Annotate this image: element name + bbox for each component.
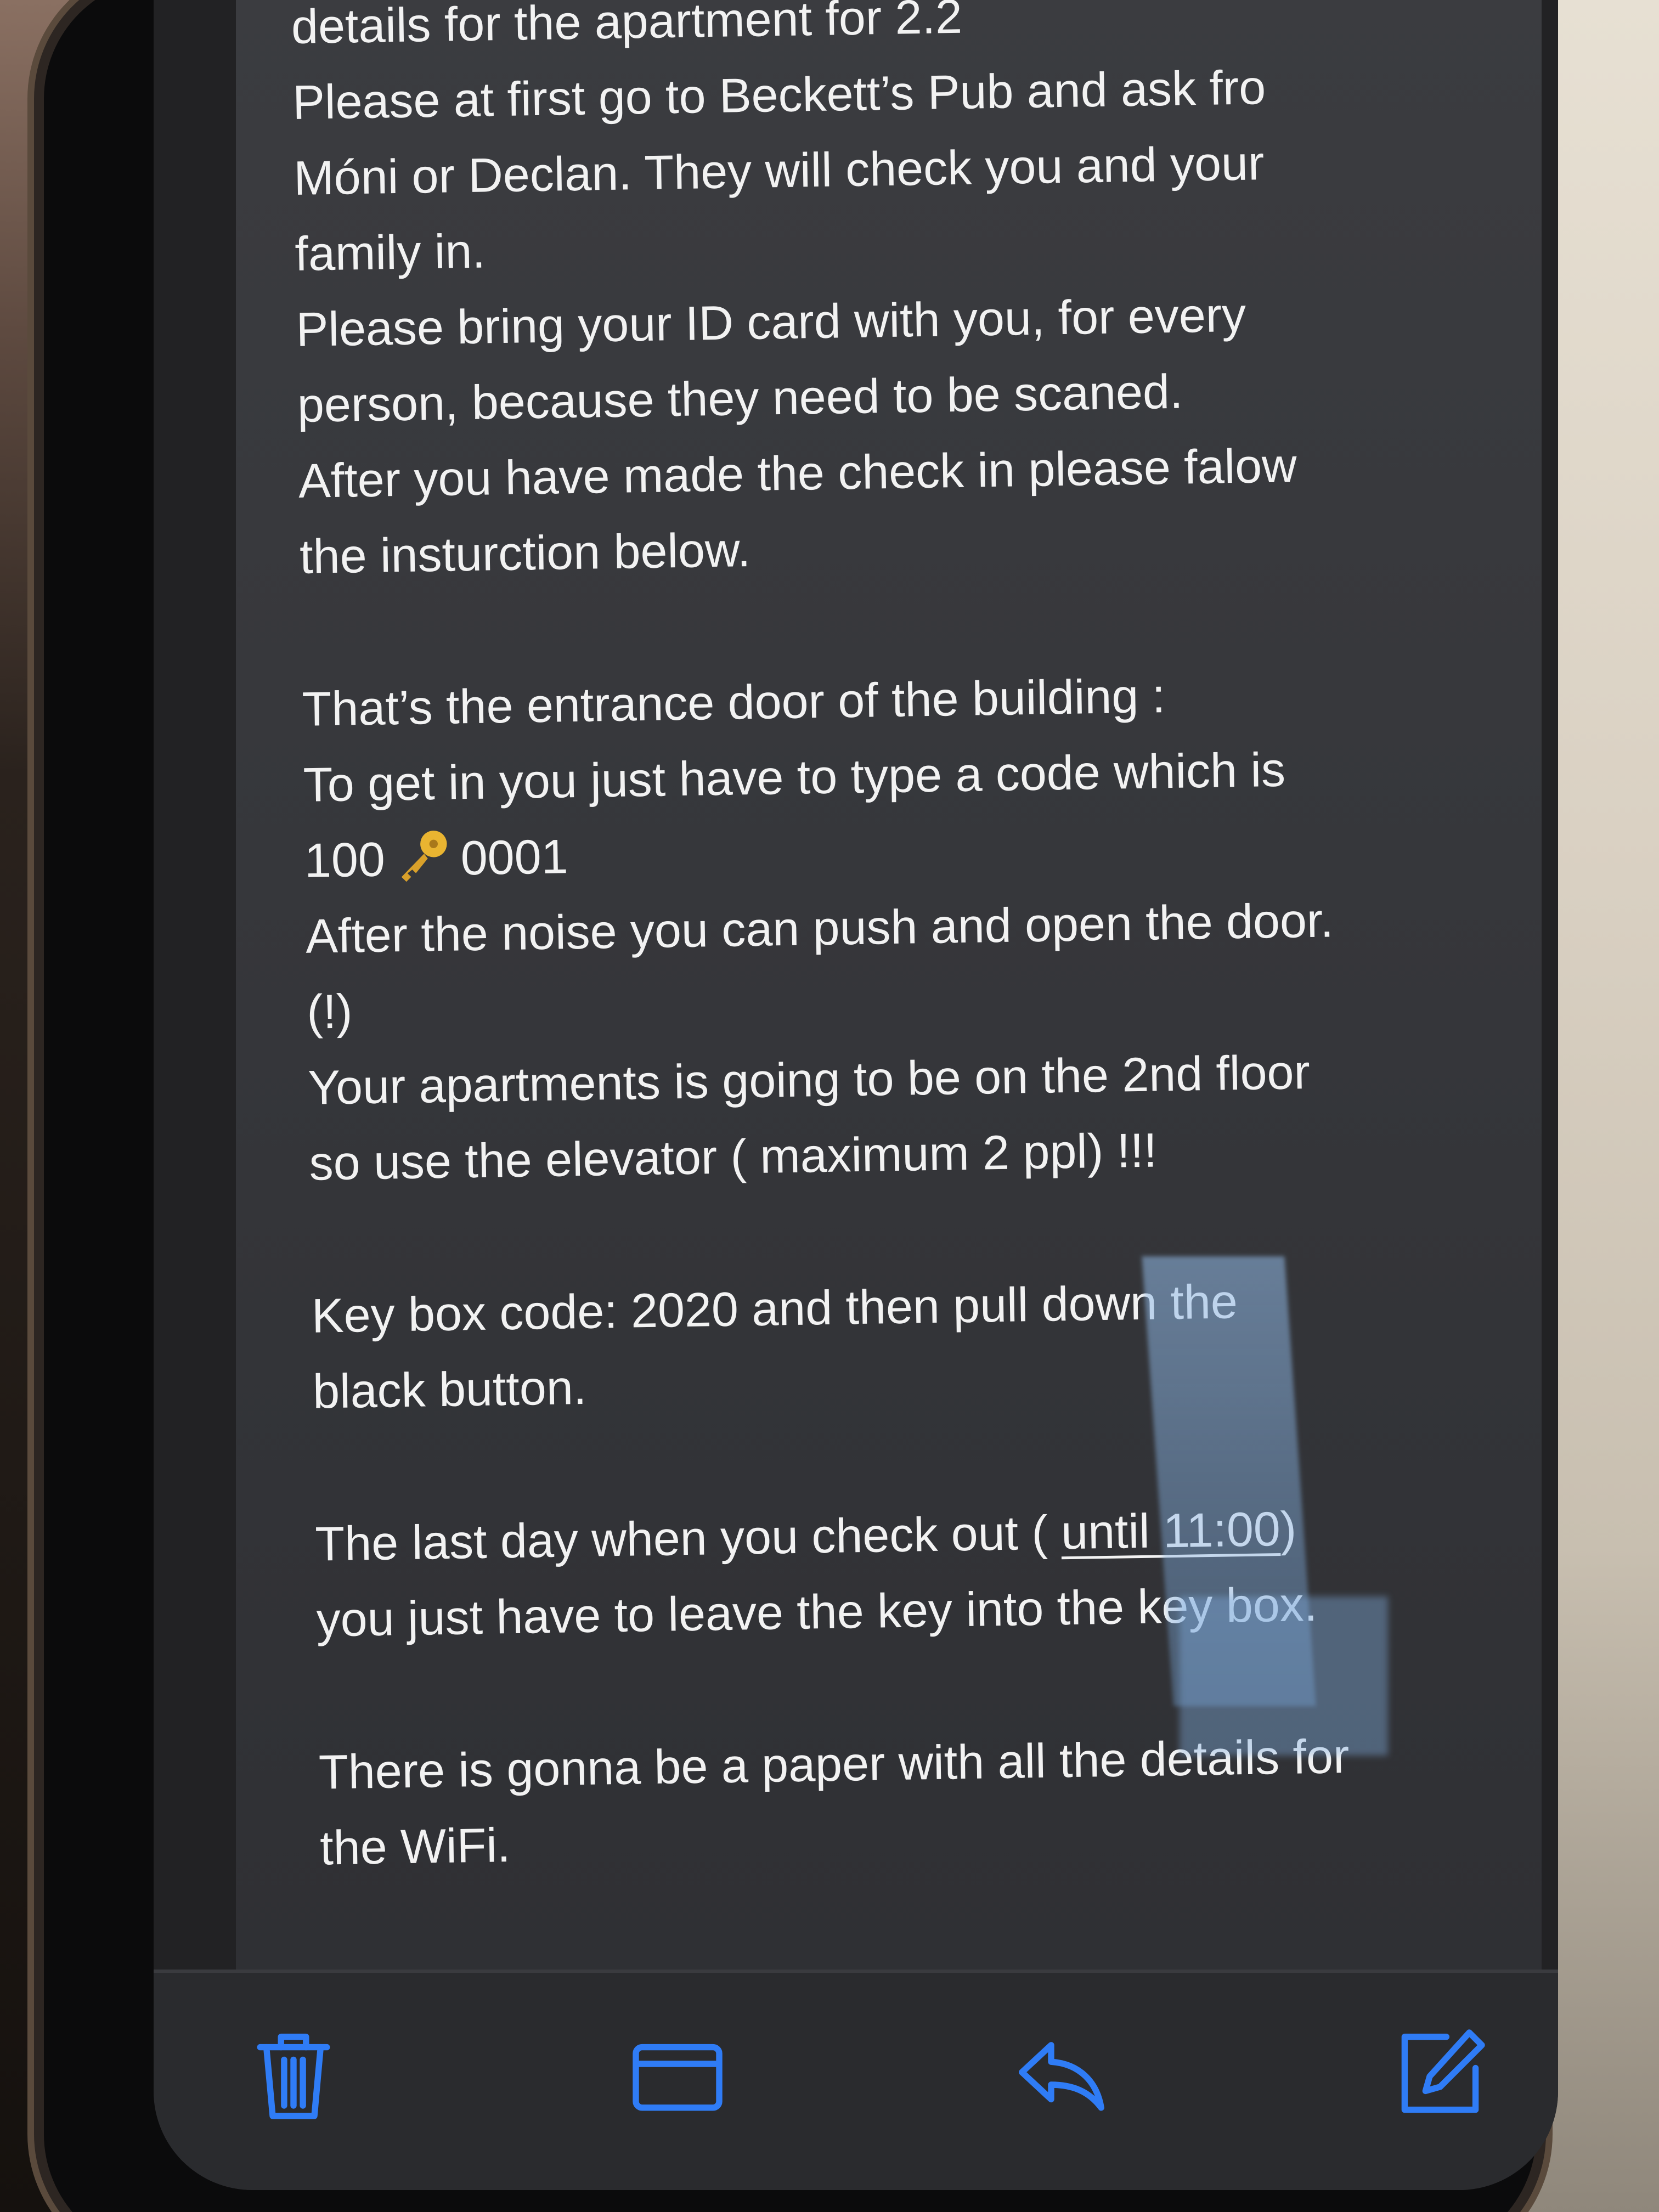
door-code-suffix: 0001 (460, 829, 569, 885)
compose-button[interactable] (1388, 2022, 1492, 2126)
move-to-folder-button[interactable] (625, 2022, 730, 2126)
trash-icon (241, 2022, 346, 2126)
message-text: The last day when you check out ( (314, 1505, 1062, 1571)
photo-frame: details for the apartment for 2.2 Please… (0, 0, 1659, 2212)
phone-screen: details for the apartment for 2.2 Please… (154, 0, 1558, 2190)
mail-toolbar (154, 1970, 1558, 2190)
delete-button[interactable] (241, 2022, 346, 2126)
door-code-prefix: 100 (304, 832, 386, 888)
phone-frame: details for the apartment for 2.2 Please… (44, 0, 1558, 2212)
folder-icon (625, 2022, 730, 2126)
compose-icon (1388, 2022, 1492, 2126)
reply-icon (1009, 2022, 1114, 2126)
key-icon (392, 825, 454, 886)
light-reflection (1180, 1596, 1388, 1756)
reply-button[interactable] (1009, 2022, 1114, 2126)
